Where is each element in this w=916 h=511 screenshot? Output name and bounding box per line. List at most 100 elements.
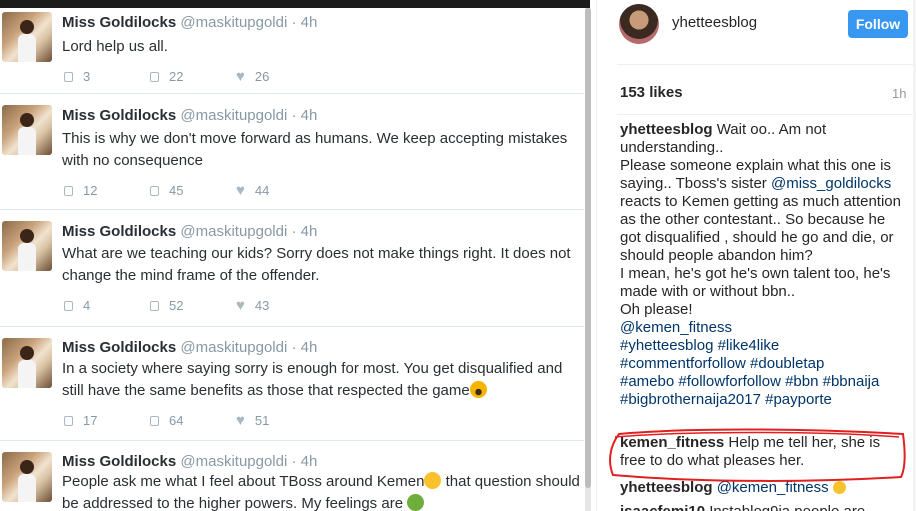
like-button[interactable]: ♥ 26 xyxy=(236,68,269,85)
tweet-author-name[interactable]: Miss Goldilocks xyxy=(62,14,176,31)
comment-text: Instablog9ja people are xyxy=(705,503,865,511)
tweet-author-name[interactable]: Miss Goldilocks xyxy=(62,107,176,124)
tweet-author-handle[interactable]: @maskitupgoldi xyxy=(180,107,287,124)
avatar[interactable] xyxy=(2,105,52,155)
tweet-header: Miss Goldilocks @maskitupgoldi · 4h xyxy=(62,223,317,240)
retweet-count: 45 xyxy=(169,183,184,198)
reply-button[interactable]: 12 xyxy=(64,182,150,199)
reply-button[interactable]: 3 xyxy=(64,68,150,85)
caption-paragraph: yhetteesblog Wait oo.. Am not understand… xyxy=(620,121,904,157)
tweet[interactable]: Miss Goldilocks @maskitupgoldi · 4h In a… xyxy=(0,328,584,441)
follow-button[interactable]: Follow xyxy=(848,10,908,38)
reply-icon xyxy=(64,185,73,196)
divider xyxy=(617,114,913,115)
tweet-time[interactable]: 4h xyxy=(301,14,318,31)
divider xyxy=(617,64,913,65)
like-button[interactable]: ♥ 51 xyxy=(236,412,269,429)
tweet-time[interactable]: 4h xyxy=(301,453,318,470)
tweet-text-line: change the mind frame of the offender. xyxy=(62,267,320,284)
comment-username[interactable]: isaacfemi10 xyxy=(620,503,705,511)
avatar[interactable] xyxy=(2,452,52,502)
tweet-author-name[interactable]: Miss Goldilocks xyxy=(62,339,176,356)
like-count: 44 xyxy=(254,183,270,198)
reply-button[interactable]: 4 xyxy=(64,297,150,314)
tweet-actions: 17 64 ♥ 51 xyxy=(64,412,269,429)
tweet[interactable]: Miss Goldilocks @maskitupgoldi · 4h Lord… xyxy=(0,8,584,94)
likes-count[interactable]: 153 likes xyxy=(620,84,683,101)
post-username[interactable]: yhetteesblog xyxy=(672,14,757,31)
tweet-text-line: In a society where saying sorry is enoug… xyxy=(62,360,563,377)
tweet-actions: 12 45 ♥ 44 xyxy=(64,182,269,199)
caption-text: I mean, he's got he's own talent too, he… xyxy=(620,265,891,300)
retweet-button[interactable]: 52 xyxy=(150,297,236,314)
mention-link[interactable]: @kemen_fitness xyxy=(620,319,904,337)
comment-username[interactable]: kemen_fitness xyxy=(620,434,724,451)
tweet-text-line: This is why we don't move forward as hum… xyxy=(62,130,568,147)
retweet-count: 52 xyxy=(169,298,184,313)
tweet[interactable]: Miss Goldilocks @maskitupgoldi · 4h This… xyxy=(0,95,584,210)
tweet-author-handle[interactable]: @maskitupgoldi xyxy=(180,453,287,470)
tweet[interactable]: Miss Goldilocks @maskitupgoldi · 4h Peop… xyxy=(0,442,584,511)
retweet-button[interactable]: 45 xyxy=(150,182,236,199)
twitter-screenshot: Miss Goldilocks @maskitupgoldi · 4h Lord… xyxy=(0,0,596,511)
comment-username[interactable]: yhetteesblog xyxy=(620,479,713,496)
retweet-icon xyxy=(150,185,159,196)
post-caption: yhetteesblog Wait oo.. Am not understand… xyxy=(620,121,904,409)
scrollbar[interactable] xyxy=(585,8,591,511)
avatar[interactable] xyxy=(2,338,52,388)
tweet-time[interactable]: 4h xyxy=(301,339,318,356)
caption-username[interactable]: yhetteesblog xyxy=(620,121,713,138)
twitter-topbar xyxy=(0,0,590,8)
tweet[interactable]: Miss Goldilocks @maskitupgoldi · 4h What… xyxy=(0,211,584,327)
tweet-author-handle[interactable]: @maskitupgoldi xyxy=(180,223,287,240)
reply-icon xyxy=(64,300,73,311)
hashtag-line[interactable]: #amebo #followforfollow #bbn #bbnaija xyxy=(620,373,904,391)
tweet-header: Miss Goldilocks @maskitupgoldi · 4h xyxy=(62,453,317,470)
tweet-separator: · xyxy=(287,14,301,31)
reply-icon xyxy=(64,71,73,82)
retweet-icon xyxy=(150,415,159,426)
tweet-text-line: What are we teaching our kids? Sorry doe… xyxy=(62,245,571,262)
heart-icon: ♥ xyxy=(236,68,245,85)
tweet-text: In a society where saying sorry is enoug… xyxy=(62,358,582,402)
tweet-separator: · xyxy=(287,339,301,356)
tweet-text-segment: that question should xyxy=(441,473,580,490)
tweet-time[interactable]: 4h xyxy=(301,107,318,124)
screaming-face-emoji-icon xyxy=(469,381,487,398)
caption-paragraph: Please someone explain what this one is … xyxy=(620,157,904,265)
mention-link[interactable]: @miss_goldilocks xyxy=(771,175,891,192)
reply-button[interactable]: 17 xyxy=(64,412,150,429)
tweet-text-segment: People ask me what I feel about TBoss ar… xyxy=(62,473,425,490)
tweet-separator: · xyxy=(287,453,301,470)
scrollbar-thumb[interactable] xyxy=(585,8,591,488)
tweet-author-handle[interactable]: @maskitupgoldi xyxy=(180,14,287,31)
avatar[interactable] xyxy=(2,12,52,62)
mention-link[interactable]: @kemen_fitness xyxy=(717,479,829,496)
hashtag-line[interactable]: #bigbrothernaija2017 #payporte xyxy=(620,391,904,409)
tweet-actions: 4 52 ♥ 43 xyxy=(64,297,269,314)
like-button[interactable]: ♥ 43 xyxy=(236,297,269,314)
tweet-author-name[interactable]: Miss Goldilocks xyxy=(62,453,176,470)
avatar[interactable] xyxy=(2,221,52,271)
tweet-header: Miss Goldilocks @maskitupgoldi · 4h xyxy=(62,339,317,356)
tweet-text-segment: be addressed to the higher powers. My fe… xyxy=(62,495,408,511)
hashtag-line[interactable]: #commentforfollow #doubletap xyxy=(620,355,904,373)
like-button[interactable]: ♥ 44 xyxy=(236,182,269,199)
tweet-text-line: be addressed to the higher powers. My fe… xyxy=(62,493,582,511)
caption-text: Oh please! xyxy=(620,301,693,318)
hashtag-line[interactable]: #yhetteesblog #like4like xyxy=(620,337,904,355)
tweet-text-line: Lord help us all. xyxy=(62,38,168,55)
tweet-time[interactable]: 4h xyxy=(301,223,318,240)
post-time[interactable]: 1h xyxy=(892,86,906,101)
retweet-count: 22 xyxy=(169,69,184,84)
tweet-author-handle[interactable]: @maskitupgoldi xyxy=(180,339,287,356)
tweet-text-line: still have the same benefits as those th… xyxy=(62,380,582,402)
heart-icon: ♥ xyxy=(236,297,245,314)
avatar[interactable] xyxy=(619,4,659,44)
tweet-author-name[interactable]: Miss Goldilocks xyxy=(62,223,176,240)
tweet-actions: 3 22 ♥ 26 xyxy=(64,68,269,85)
retweet-button[interactable]: 22 xyxy=(150,68,236,85)
instagram-panel: yhetteesblog Follow 153 likes 1h yhettee… xyxy=(596,0,916,511)
retweet-button[interactable]: 64 xyxy=(150,412,236,429)
heart-icon: ♥ xyxy=(236,182,245,199)
